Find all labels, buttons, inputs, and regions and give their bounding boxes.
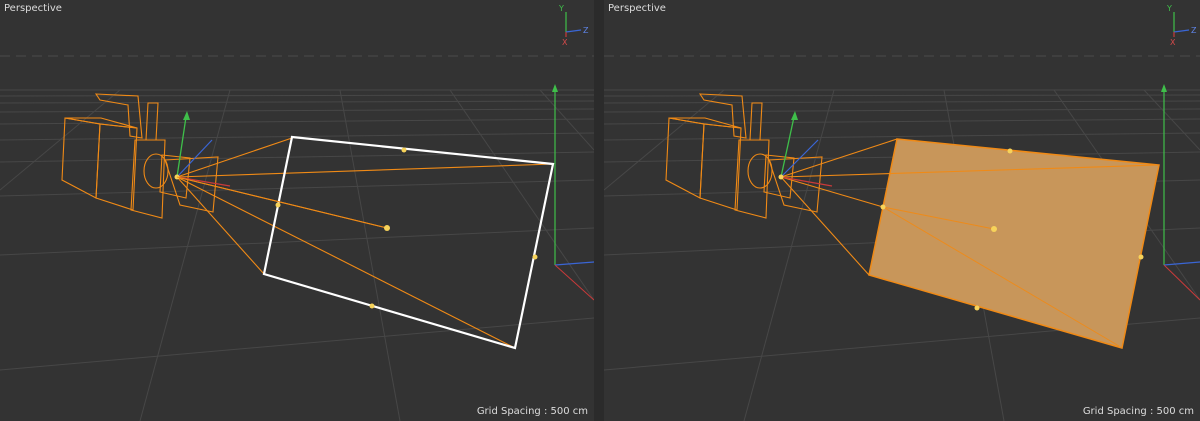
perspective-viewport-right[interactable]: Y Z X Perspective Grid Spacing : 500 cm xyxy=(604,0,1200,421)
axis-x-label: X xyxy=(562,38,568,47)
area-light-filled[interactable] xyxy=(868,138,1160,349)
axis-gizmo: Y Z X xyxy=(558,4,589,47)
axis-z-label: Z xyxy=(583,26,589,35)
grid-spacing-readout: Grid Spacing : 500 cm xyxy=(1082,406,1194,417)
area-light-outline[interactable] xyxy=(176,135,555,350)
axis-y-label: Y xyxy=(1166,4,1172,13)
viewport-scene-left[interactable]: Y Z X xyxy=(0,0,594,421)
perspective-viewport-left[interactable]: Y Z X Perspective Grid Spacing : 500 cm xyxy=(0,0,594,421)
grid xyxy=(0,55,594,421)
viewport-title[interactable]: Perspective xyxy=(4,3,62,14)
world-axis xyxy=(552,84,594,301)
viewport-scene-right[interactable]: Y Z X xyxy=(604,0,1200,421)
light-handles[interactable] xyxy=(275,147,538,309)
axis-z-label: Z xyxy=(1191,26,1197,35)
viewport-divider xyxy=(594,0,604,421)
axis-y-label: Y xyxy=(558,4,564,13)
world-axis xyxy=(1161,84,1200,301)
axis-x-label: X xyxy=(1170,38,1176,47)
viewport-title[interactable]: Perspective xyxy=(608,3,666,14)
grid-spacing-readout: Grid Spacing : 500 cm xyxy=(476,406,588,417)
axis-gizmo: Y Z X xyxy=(1166,4,1197,47)
